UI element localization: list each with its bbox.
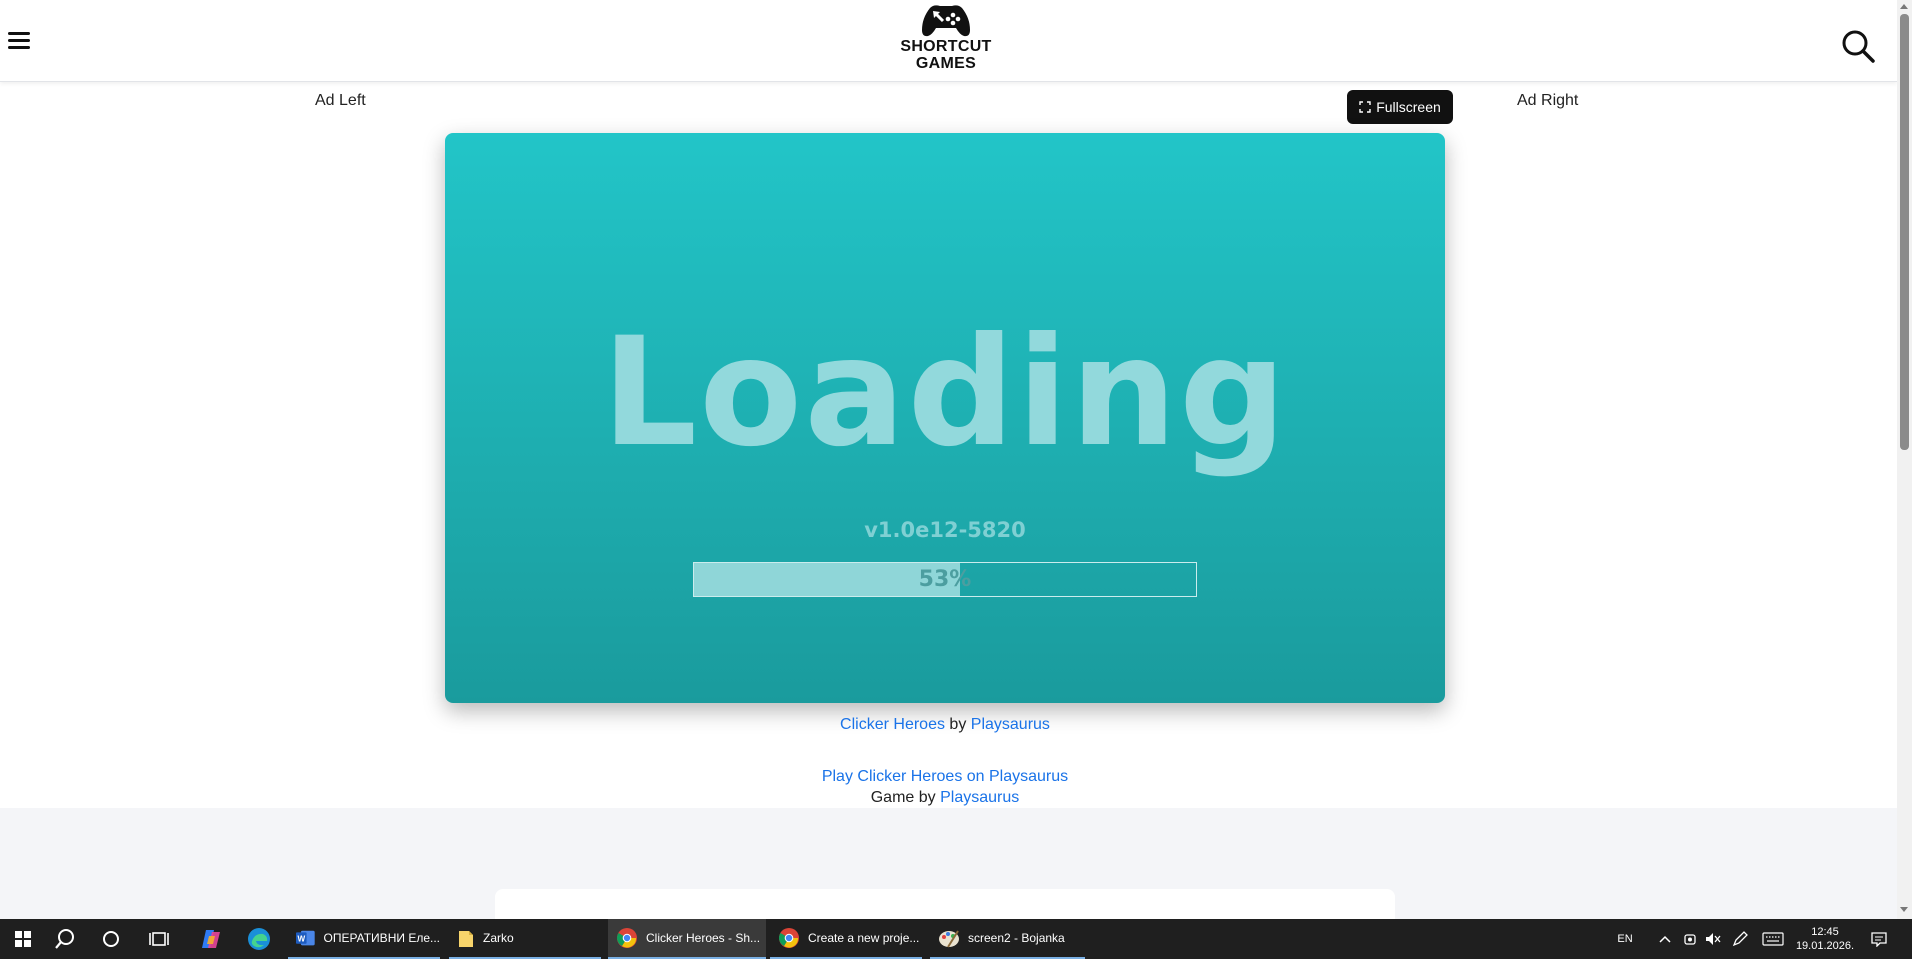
hamburger-menu-icon[interactable]	[6, 28, 32, 54]
game-by-developer-link[interactable]: Playsaurus	[940, 789, 1019, 806]
site-header: SHORTCUT GAMES	[0, 0, 1897, 82]
clock-date: 19.01.2026.	[1795, 940, 1855, 952]
taskbar-app-chrome-clicker[interactable]: Clicker Heroes - Sh...	[608, 919, 766, 959]
loading-progress-bar: 53%	[693, 562, 1197, 597]
volume-muted-icon[interactable]	[1702, 919, 1724, 959]
game-by-line: Game by Playsaurus	[0, 789, 1890, 807]
word-icon: W	[296, 930, 315, 946]
clock-time: 12:45	[1811, 926, 1839, 938]
content-card	[495, 889, 1395, 919]
fullscreen-button[interactable]: Fullscreen	[1347, 90, 1453, 124]
game-credit: Clicker Heroes by Playsaurus	[0, 716, 1890, 734]
search-icon[interactable]	[1840, 28, 1876, 64]
edge-icon[interactable]	[236, 919, 282, 959]
copilot-icon[interactable]	[188, 919, 234, 959]
touch-keyboard-icon[interactable]	[1758, 919, 1788, 959]
meet-now-icon[interactable]	[1680, 919, 1700, 959]
taskbar-app-label: Zarko	[483, 931, 514, 945]
page-scrollbar[interactable]	[1897, 0, 1912, 919]
developer-link[interactable]: Playsaurus	[971, 716, 1050, 733]
loading-title: Loading	[601, 306, 1289, 480]
svg-text:W: W	[297, 934, 305, 943]
play-on-playsaurus-link[interactable]: Play Clicker Heroes on Playsaurus	[822, 768, 1068, 785]
notifications-icon[interactable]	[1866, 919, 1892, 959]
play-link-line: Play Clicker Heroes on Playsaurus	[0, 768, 1890, 786]
taskbar-app-chrome-create[interactable]: Create a new proje...	[770, 919, 922, 959]
chrome-icon	[779, 928, 799, 948]
game-by-label: Game by	[870, 789, 936, 806]
fullscreen-label: Fullscreen	[1376, 99, 1441, 115]
ad-left-label: Ad Left	[315, 92, 366, 109]
taskbar-app-label: ОПЕРАТИВНИ Еле...	[323, 931, 441, 945]
windows-taskbar: W ОПЕРАТИВНИ Еле... Zarko Clicker Heroes…	[0, 919, 1912, 959]
taskbar-app-label: Create a new proje...	[808, 931, 920, 945]
game-version: v1.0e12-5820	[864, 518, 1026, 542]
gamepad-icon	[922, 5, 970, 37]
task-view-icon[interactable]	[136, 919, 182, 959]
cortana-icon[interactable]	[88, 919, 134, 959]
taskbar-app-paint[interactable]: screen2 - Bojanka	[930, 919, 1085, 959]
taskbar-search-icon[interactable]	[42, 919, 88, 959]
logo-line-1: SHORTCUT	[900, 38, 992, 55]
paint-icon	[939, 930, 959, 948]
show-hidden-icons-icon[interactable]	[1656, 919, 1674, 959]
site-logo[interactable]: SHORTCUT GAMES	[890, 0, 1002, 78]
credit-by: by	[949, 716, 967, 733]
pen-menu-icon[interactable]	[1728, 919, 1752, 959]
windows-start-icon[interactable]	[0, 919, 46, 959]
logo-line-2: GAMES	[915, 55, 977, 72]
chrome-icon	[617, 928, 637, 948]
scroll-up-arrow-icon[interactable]	[1900, 4, 1908, 9]
taskbar-app-label: Clicker Heroes - Sh...	[646, 931, 761, 945]
scroll-down-arrow-icon[interactable]	[1900, 907, 1908, 912]
progress-label: 53%	[918, 567, 972, 592]
ad-right-label: Ad Right	[1517, 92, 1579, 109]
taskbar-app-word[interactable]: W ОПЕРАТИВНИ Еле...	[288, 919, 440, 959]
expand-icon	[1359, 101, 1371, 113]
game-title-link[interactable]: Clicker Heroes	[840, 716, 945, 733]
scroll-thumb[interactable]	[1900, 14, 1909, 450]
folder-icon	[459, 931, 473, 947]
clock[interactable]: 12:45 19.01.2026.	[1792, 919, 1858, 959]
taskbar-app-label: screen2 - Bojanka	[968, 931, 1065, 945]
language-indicator[interactable]: EN	[1610, 919, 1640, 959]
taskbar-app-explorer[interactable]: Zarko	[449, 919, 601, 959]
